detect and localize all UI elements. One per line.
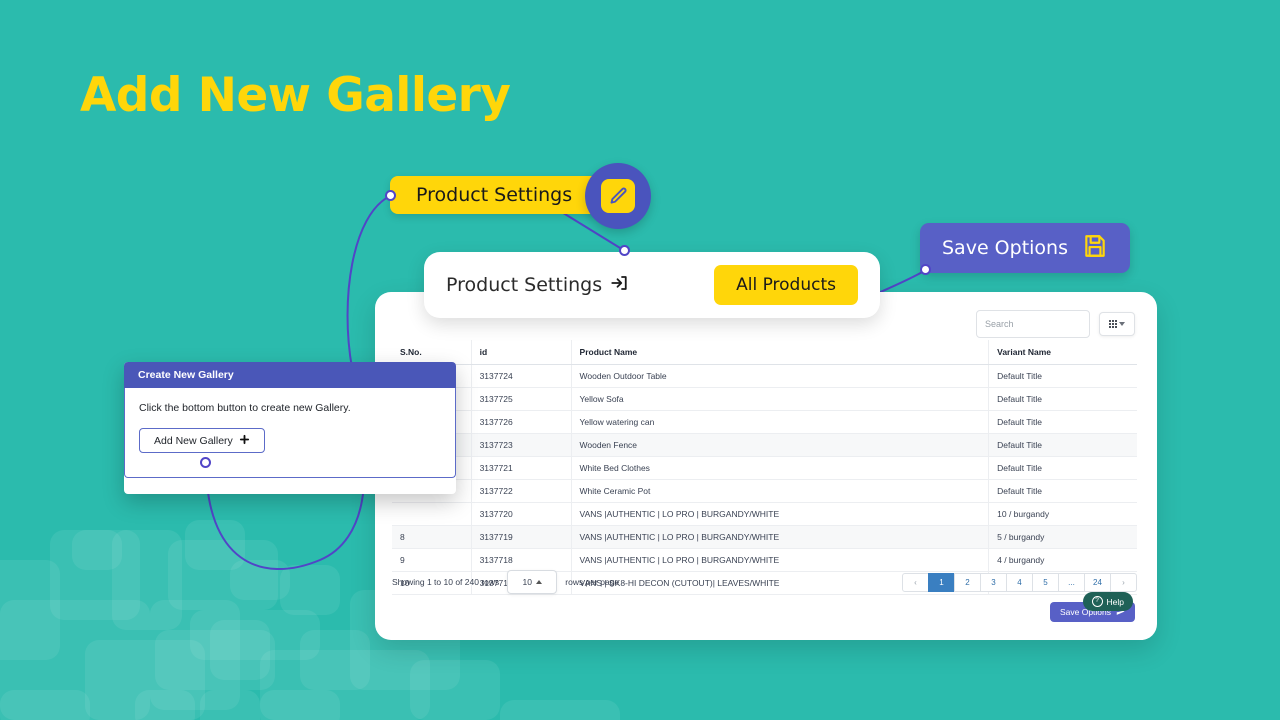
pagination-button-[interactable]: ...	[1058, 572, 1085, 592]
cell-product-name: Yellow Sofa	[571, 387, 990, 411]
footer-left: Showing 1 to 10 of 240 rows 10 rows per …	[392, 570, 619, 594]
cell-id: 3137720	[471, 502, 572, 526]
callout-save-options[interactable]: Save Options	[920, 223, 1130, 273]
cell-id: 3137722	[471, 479, 572, 503]
pagination-button-2[interactable]: 2	[954, 572, 981, 592]
screenshot-root: Add New Gallery Product Settings Save Op…	[0, 0, 1280, 720]
pencil-icon	[601, 179, 635, 213]
anchor-dot-product-settings	[385, 190, 396, 201]
anchor-dot-add-new-gallery	[200, 457, 211, 468]
cell-product-name: White Ceramic Pot	[571, 479, 990, 503]
rows-per-page-value: 10	[522, 577, 532, 587]
floppy-disk-icon	[1082, 233, 1108, 264]
table-row[interactable]: 3137724 Wooden Outdoor Table Default Title	[392, 364, 1137, 388]
cell-id: 3137723	[471, 433, 572, 457]
table-row[interactable]: 3137722 White Ceramic Pot Default Title	[392, 479, 1137, 503]
table-toolbar	[976, 310, 1135, 338]
header-card: Product Settings All Products	[424, 252, 880, 318]
create-new-gallery-dialog: Create New Gallery Click the bottom butt…	[124, 362, 456, 494]
cell-product-name: Yellow watering can	[571, 410, 990, 434]
table-body: 3137724 Wooden Outdoor Table Default Title…	[392, 364, 1137, 595]
add-new-gallery-button[interactable]: Add New Gallery	[139, 428, 265, 453]
cell-variant-name: 5 / burgandy	[988, 525, 1137, 549]
dialog-header: Create New Gallery	[124, 362, 456, 388]
cell-variant-name: Default Title	[988, 410, 1137, 434]
pagination-button-[interactable]: ‹	[902, 572, 929, 592]
table-row[interactable]: 3137725 Yellow Sofa Default Title	[392, 387, 1137, 411]
chevron-up-icon	[536, 580, 542, 584]
rows-per-page-select[interactable]: 10	[507, 570, 558, 594]
rows-per-page-label: rows per page	[565, 577, 620, 587]
dialog-title: Create New Gallery	[138, 369, 234, 381]
cell-variant-name: 10 / burgandy	[988, 502, 1137, 526]
header-card-title-wrap: Product Settings	[446, 274, 628, 297]
table-row[interactable]: 3137720 VANS |AUTHENTIC | LO PRO | BURGAN…	[392, 502, 1137, 526]
app-panel: S.No. id Product Name Variant Name 31377…	[375, 292, 1157, 640]
anchor-dot-save-options	[920, 264, 931, 275]
cell-id: 3137726	[471, 410, 572, 434]
column-header-variant-name[interactable]: Variant Name	[988, 340, 1137, 365]
table-row[interactable]: 3137721 White Bed Clothes Default Title	[392, 456, 1137, 480]
anchor-dot-header-card	[619, 245, 630, 256]
cell-id: 3137724	[471, 364, 572, 388]
chevron-down-icon	[1119, 322, 1125, 326]
help-button[interactable]: ? Help	[1082, 592, 1133, 611]
cell-variant-name: Default Title	[988, 364, 1137, 388]
pagination-button-[interactable]: ›	[1110, 572, 1137, 592]
table-header-row: S.No. id Product Name Variant Name	[392, 340, 1137, 365]
callout-product-settings-icon-circle[interactable]	[585, 163, 651, 229]
cell-sno: 8	[392, 525, 472, 549]
cell-variant-name: Default Title	[988, 456, 1137, 480]
grid-columns-icon-button[interactable]	[1099, 312, 1135, 336]
callout-save-options-label: Save Options	[942, 237, 1068, 259]
pagination-button-1[interactable]: 1	[928, 572, 955, 592]
table-row[interactable]: 3137726 Yellow watering can Default Title	[392, 410, 1137, 434]
cell-product-name: Wooden Fence	[571, 433, 990, 457]
table-footer: Showing 1 to 10 of 240 rows 10 rows per …	[392, 567, 1137, 597]
pagination: ‹ 1 2 3 4 5... 24 ›	[902, 572, 1137, 592]
arrow-into-door-icon	[610, 274, 628, 297]
pagination-button-24[interactable]: 24	[1084, 572, 1111, 592]
page-title: Add New Gallery	[80, 68, 511, 123]
cell-product-name: Wooden Outdoor Table	[571, 364, 990, 388]
column-header-sno[interactable]: S.No.	[392, 340, 472, 365]
callout-product-settings-label: Product Settings	[416, 184, 573, 206]
all-products-button[interactable]: All Products	[714, 265, 858, 305]
cell-sno	[392, 502, 472, 526]
help-button-label: Help	[1106, 596, 1124, 607]
pagination-button-4[interactable]: 4	[1006, 572, 1033, 592]
cell-variant-name: Default Title	[988, 433, 1137, 457]
pagination-button-5[interactable]: 5	[1032, 572, 1059, 592]
column-header-product-name[interactable]: Product Name	[571, 340, 990, 365]
products-table: S.No. id Product Name Variant Name 31377…	[392, 340, 1137, 595]
cell-product-name: VANS |AUTHENTIC | LO PRO | BURGANDY/WHIT…	[571, 525, 990, 549]
cell-product-name: White Bed Clothes	[571, 456, 990, 480]
showing-rows-text: Showing 1 to 10 of 240 rows	[392, 577, 500, 587]
cell-id: 3137719	[471, 525, 572, 549]
cell-id: 3137721	[471, 456, 572, 480]
table-row[interactable]: 3137723 Wooden Fence Default Title	[392, 433, 1137, 457]
cell-id: 3137725	[471, 387, 572, 411]
cell-variant-name: Default Title	[988, 387, 1137, 411]
pagination-button-3[interactable]: 3	[980, 572, 1007, 592]
plus-icon	[239, 434, 250, 448]
cell-product-name: VANS |AUTHENTIC | LO PRO | BURGANDY/WHIT…	[571, 502, 990, 526]
grid-columns-icon	[1109, 320, 1117, 328]
header-card-title: Product Settings	[446, 274, 603, 296]
add-new-gallery-label: Add New Gallery	[154, 434, 233, 447]
search-input[interactable]	[976, 310, 1090, 338]
cell-variant-name: Default Title	[988, 479, 1137, 503]
column-header-id[interactable]: id	[471, 340, 572, 365]
dialog-body: Click the bottom button to create new Ga…	[124, 388, 456, 478]
table-row[interactable]: 8 3137719 VANS |AUTHENTIC | LO PRO | BURGA…	[392, 525, 1137, 549]
question-mark-icon: ?	[1091, 596, 1103, 607]
dialog-body-text: Click the bottom button to create new Ga…	[139, 402, 351, 414]
